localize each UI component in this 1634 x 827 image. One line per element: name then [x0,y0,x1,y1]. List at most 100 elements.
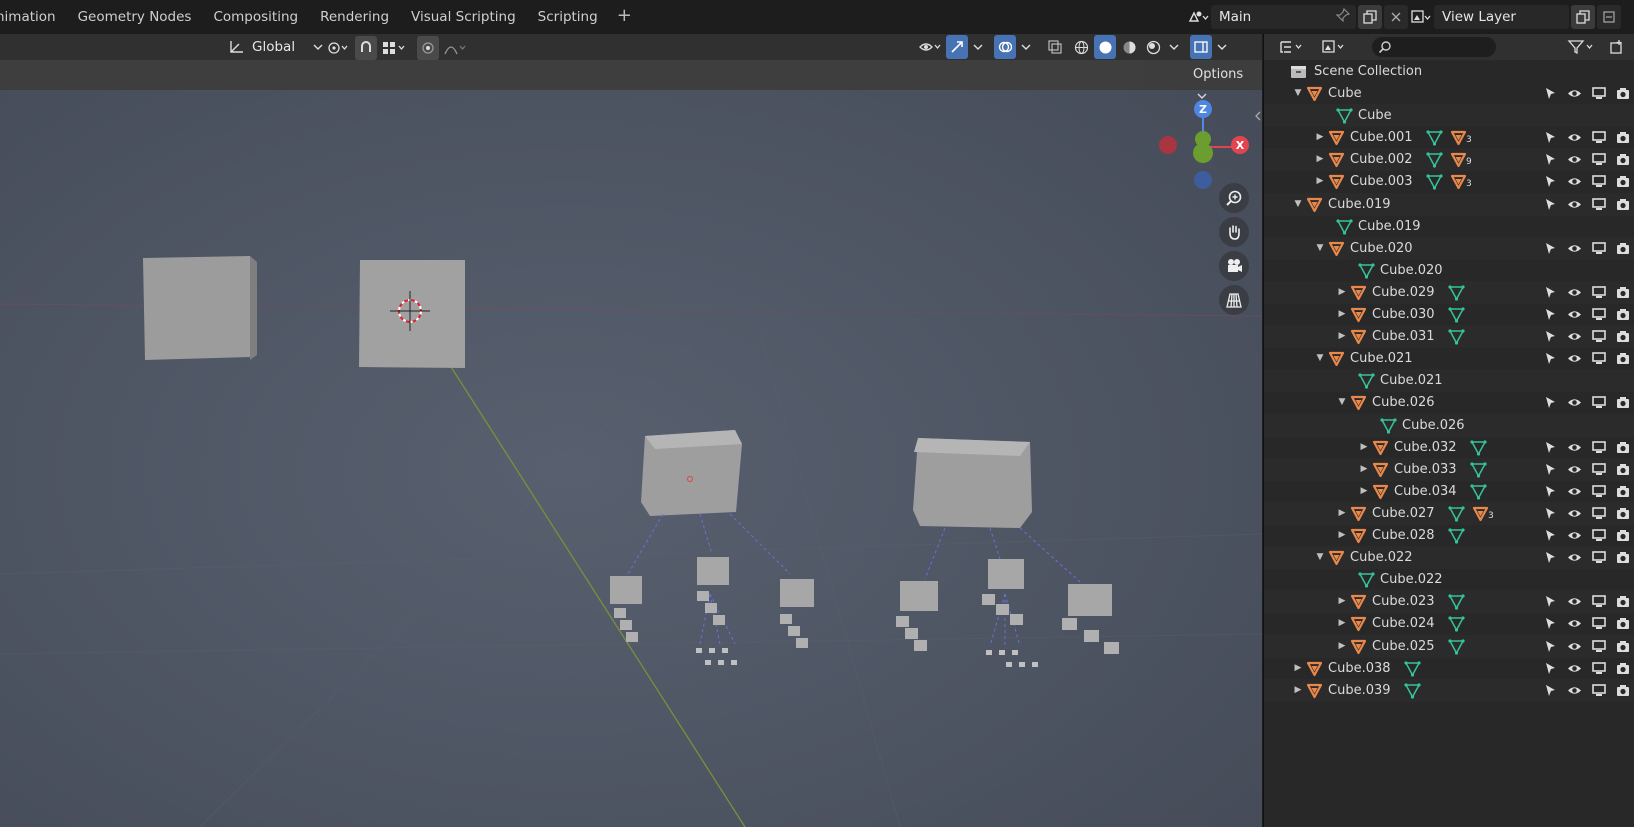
eye-icon[interactable] [1566,660,1583,677]
expand-toggle-closed-icon[interactable]: ▶ [1336,524,1348,547]
mesh-data-icon[interactable] [1426,129,1443,146]
snap-toggle-icon[interactable] [355,36,377,60]
selectable-icon[interactable] [1542,328,1559,345]
remove-view-layer-button[interactable] [1597,5,1621,29]
gizmo-toggle-icon[interactable] [946,35,968,59]
chevron-down-icon[interactable] [970,35,986,59]
viewport-visibility-icon[interactable] [1591,549,1608,566]
render-camera-icon[interactable] [1615,394,1632,411]
pivot-icon[interactable] [325,36,351,60]
expand-toggle-closed-icon[interactable]: ▶ [1336,502,1348,525]
render-camera-icon[interactable] [1615,505,1632,522]
viewport-visibility-icon[interactable] [1591,593,1608,610]
chevron-down-icon[interactable] [1166,35,1182,59]
scene-name-field[interactable]: Main [1211,5,1356,29]
mesh-data-icon[interactable] [1470,461,1487,478]
selectable-icon[interactable] [1542,660,1559,677]
pan-button[interactable] [1219,217,1249,247]
render-camera-icon[interactable] [1615,527,1632,544]
selectable-icon[interactable] [1542,549,1559,566]
cube-object[interactable] [143,256,257,360]
viewport-visibility-icon[interactable] [1591,505,1608,522]
overlays-toggle-icon[interactable] [994,35,1016,59]
outliner-row[interactable]: ▶ Cube.030 [1264,303,1634,326]
expand-toggle-closed-icon[interactable]: ▶ [1336,303,1348,326]
selectable-icon[interactable] [1542,173,1559,190]
outliner-row[interactable]: ▶ Cube.033 [1264,457,1634,481]
eye-icon[interactable] [1566,505,1583,522]
selectable-icon[interactable] [1542,682,1559,699]
eye-icon[interactable] [1566,439,1583,456]
render-camera-icon[interactable] [1615,638,1632,655]
outliner-row[interactable]: ▶ Cube.003 3 [1264,170,1634,193]
expand-toggle-open-icon[interactable]: ▼ [1336,391,1348,414]
viewport-visibility-icon[interactable] [1591,638,1608,655]
eye-icon[interactable] [1566,615,1583,632]
rendered-shading-icon[interactable] [1142,35,1164,59]
expand-toggle-closed-icon[interactable]: ▶ [1336,612,1348,635]
selectable-icon[interactable] [1542,461,1559,478]
viewport-visibility-icon[interactable] [1591,328,1608,345]
expand-toggle-closed-icon[interactable]: ▶ [1314,170,1326,193]
chevron-down-icon[interactable] [1214,35,1230,59]
mesh-data-icon[interactable] [1448,527,1465,544]
mesh-data-icon[interactable] [1426,173,1443,190]
expand-toggle-open-icon[interactable]: ▼ [1314,546,1326,569]
tab-rendering[interactable]: Rendering [309,0,400,34]
viewport-visibility-icon[interactable] [1591,240,1608,257]
falloff-icon[interactable] [443,36,469,60]
selectable-icon[interactable] [1542,505,1559,522]
selectable-icon[interactable] [1542,593,1559,610]
expand-toggle-closed-icon[interactable]: ▶ [1358,480,1370,503]
sidebar-toggle-icon[interactable] [1190,35,1212,59]
selectable-icon[interactable] [1542,350,1559,367]
scene-icon[interactable] [1185,5,1211,29]
ortho-toggle-button[interactable] [1219,285,1249,315]
cube-021-hierarchy[interactable] [896,438,1119,667]
mesh-data-icon[interactable] [1470,439,1487,456]
child-objects-icon[interactable] [1450,151,1467,168]
expand-toggle-open-icon[interactable]: ▼ [1314,237,1326,260]
child-objects-icon[interactable] [1450,129,1467,146]
expand-toggle-closed-icon[interactable]: ▶ [1314,148,1326,171]
solid-shading-icon[interactable] [1094,35,1116,59]
expand-toggle-closed-icon[interactable]: ▶ [1358,458,1370,481]
eye-icon[interactable] [1566,151,1583,168]
render-camera-icon[interactable] [1615,593,1632,610]
eye-icon[interactable] [1566,461,1583,478]
child-objects-icon[interactable] [1472,505,1489,522]
eye-icon[interactable] [1566,240,1583,257]
viewport-visibility-icon[interactable] [1591,439,1608,456]
outliner-search-input[interactable] [1372,37,1496,57]
selectable-icon[interactable] [1542,284,1559,301]
viewport-visibility-icon[interactable] [1591,306,1608,323]
outliner-row[interactable]: ▶ Cube.027 3 [1264,501,1634,525]
eye-icon[interactable] [1566,638,1583,655]
render-camera-icon[interactable] [1615,660,1632,677]
render-camera-icon[interactable] [1615,549,1632,566]
outliner-row[interactable]: ▶ Cube.032 [1264,436,1634,459]
eye-icon[interactable] [1566,593,1583,610]
outliner-row[interactable]: ▼ Cube.022 [1264,546,1634,570]
outliner-row[interactable]: ▶ Cube.028 [1264,524,1634,547]
render-camera-icon[interactable] [1615,328,1632,345]
visibility-icon[interactable] [918,35,944,59]
expand-toggle-open-icon[interactable]: ▼ [1314,347,1326,370]
expand-toggle-closed-icon[interactable]: ▶ [1314,126,1326,149]
eye-icon[interactable] [1566,394,1583,411]
material-shading-icon[interactable] [1118,35,1140,59]
eye-icon[interactable] [1566,350,1583,367]
outliner-row[interactable]: ▶ Cube.034 [1264,480,1634,503]
expand-toggle-closed-icon[interactable]: ▶ [1336,281,1348,304]
sidebar-collapse-handle[interactable] [1253,107,1262,125]
viewport-visibility-icon[interactable] [1591,129,1608,146]
tab-visual-scripting[interactable]: Visual Scripting [400,0,527,34]
child-objects-icon[interactable] [1450,173,1467,190]
render-camera-icon[interactable] [1615,439,1632,456]
render-camera-icon[interactable] [1615,240,1632,257]
outliner-row[interactable]: ▼ Cube.019 [1264,192,1634,216]
eye-icon[interactable] [1566,306,1583,323]
eye-icon[interactable] [1566,328,1583,345]
eye-icon[interactable] [1566,483,1583,500]
viewport-visibility-icon[interactable] [1591,196,1608,213]
